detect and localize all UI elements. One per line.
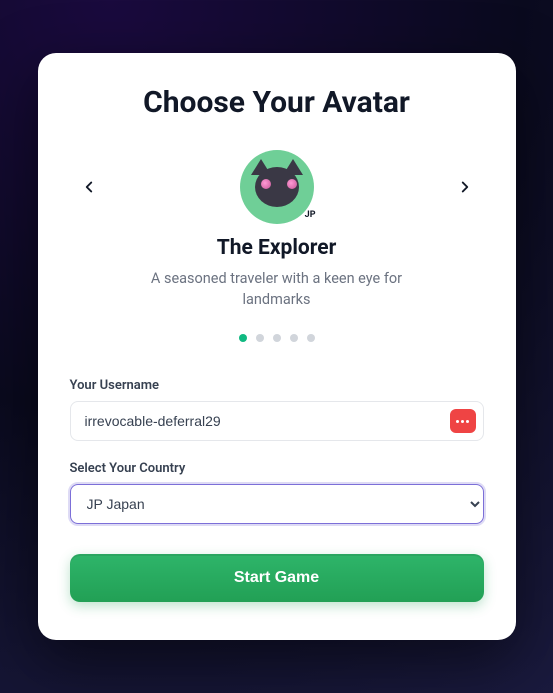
avatar-illustration: [251, 163, 303, 211]
regenerate-username-button[interactable]: [450, 409, 476, 433]
dots-icon: [456, 420, 469, 423]
country-label: Select Your Country: [70, 461, 484, 476]
username-label: Your Username: [70, 378, 484, 393]
country-select[interactable]: JP Japan: [70, 484, 484, 524]
avatar-setup-card: Choose Your Avatar JP: [38, 53, 516, 640]
pager-dot[interactable]: [256, 334, 264, 342]
avatar-image: JP: [240, 150, 314, 224]
page-title: Choose Your Avatar: [70, 85, 484, 120]
username-input[interactable]: [70, 401, 484, 441]
avatar-name: The Explorer: [70, 236, 484, 260]
prev-avatar-button[interactable]: [76, 174, 102, 200]
country-field-group: Select Your Country JP Japan: [70, 461, 484, 524]
chevron-left-icon: [80, 178, 98, 196]
pager-dot[interactable]: [273, 334, 281, 342]
avatar-description: A seasoned traveler with a keen eye for …: [127, 268, 427, 310]
username-field-group: Your Username: [70, 378, 484, 441]
avatar-carousel: JP The Explorer A seasoned traveler with…: [70, 142, 484, 372]
pager-dot[interactable]: [307, 334, 315, 342]
pager-dot[interactable]: [290, 334, 298, 342]
start-game-button[interactable]: Start Game: [70, 554, 484, 602]
avatar-preview: JP: [240, 150, 314, 224]
avatar-flag-chip: JP: [303, 210, 318, 220]
carousel-pager: [70, 334, 484, 342]
pager-dot[interactable]: [239, 334, 247, 342]
next-avatar-button[interactable]: [452, 174, 478, 200]
chevron-right-icon: [456, 178, 474, 196]
